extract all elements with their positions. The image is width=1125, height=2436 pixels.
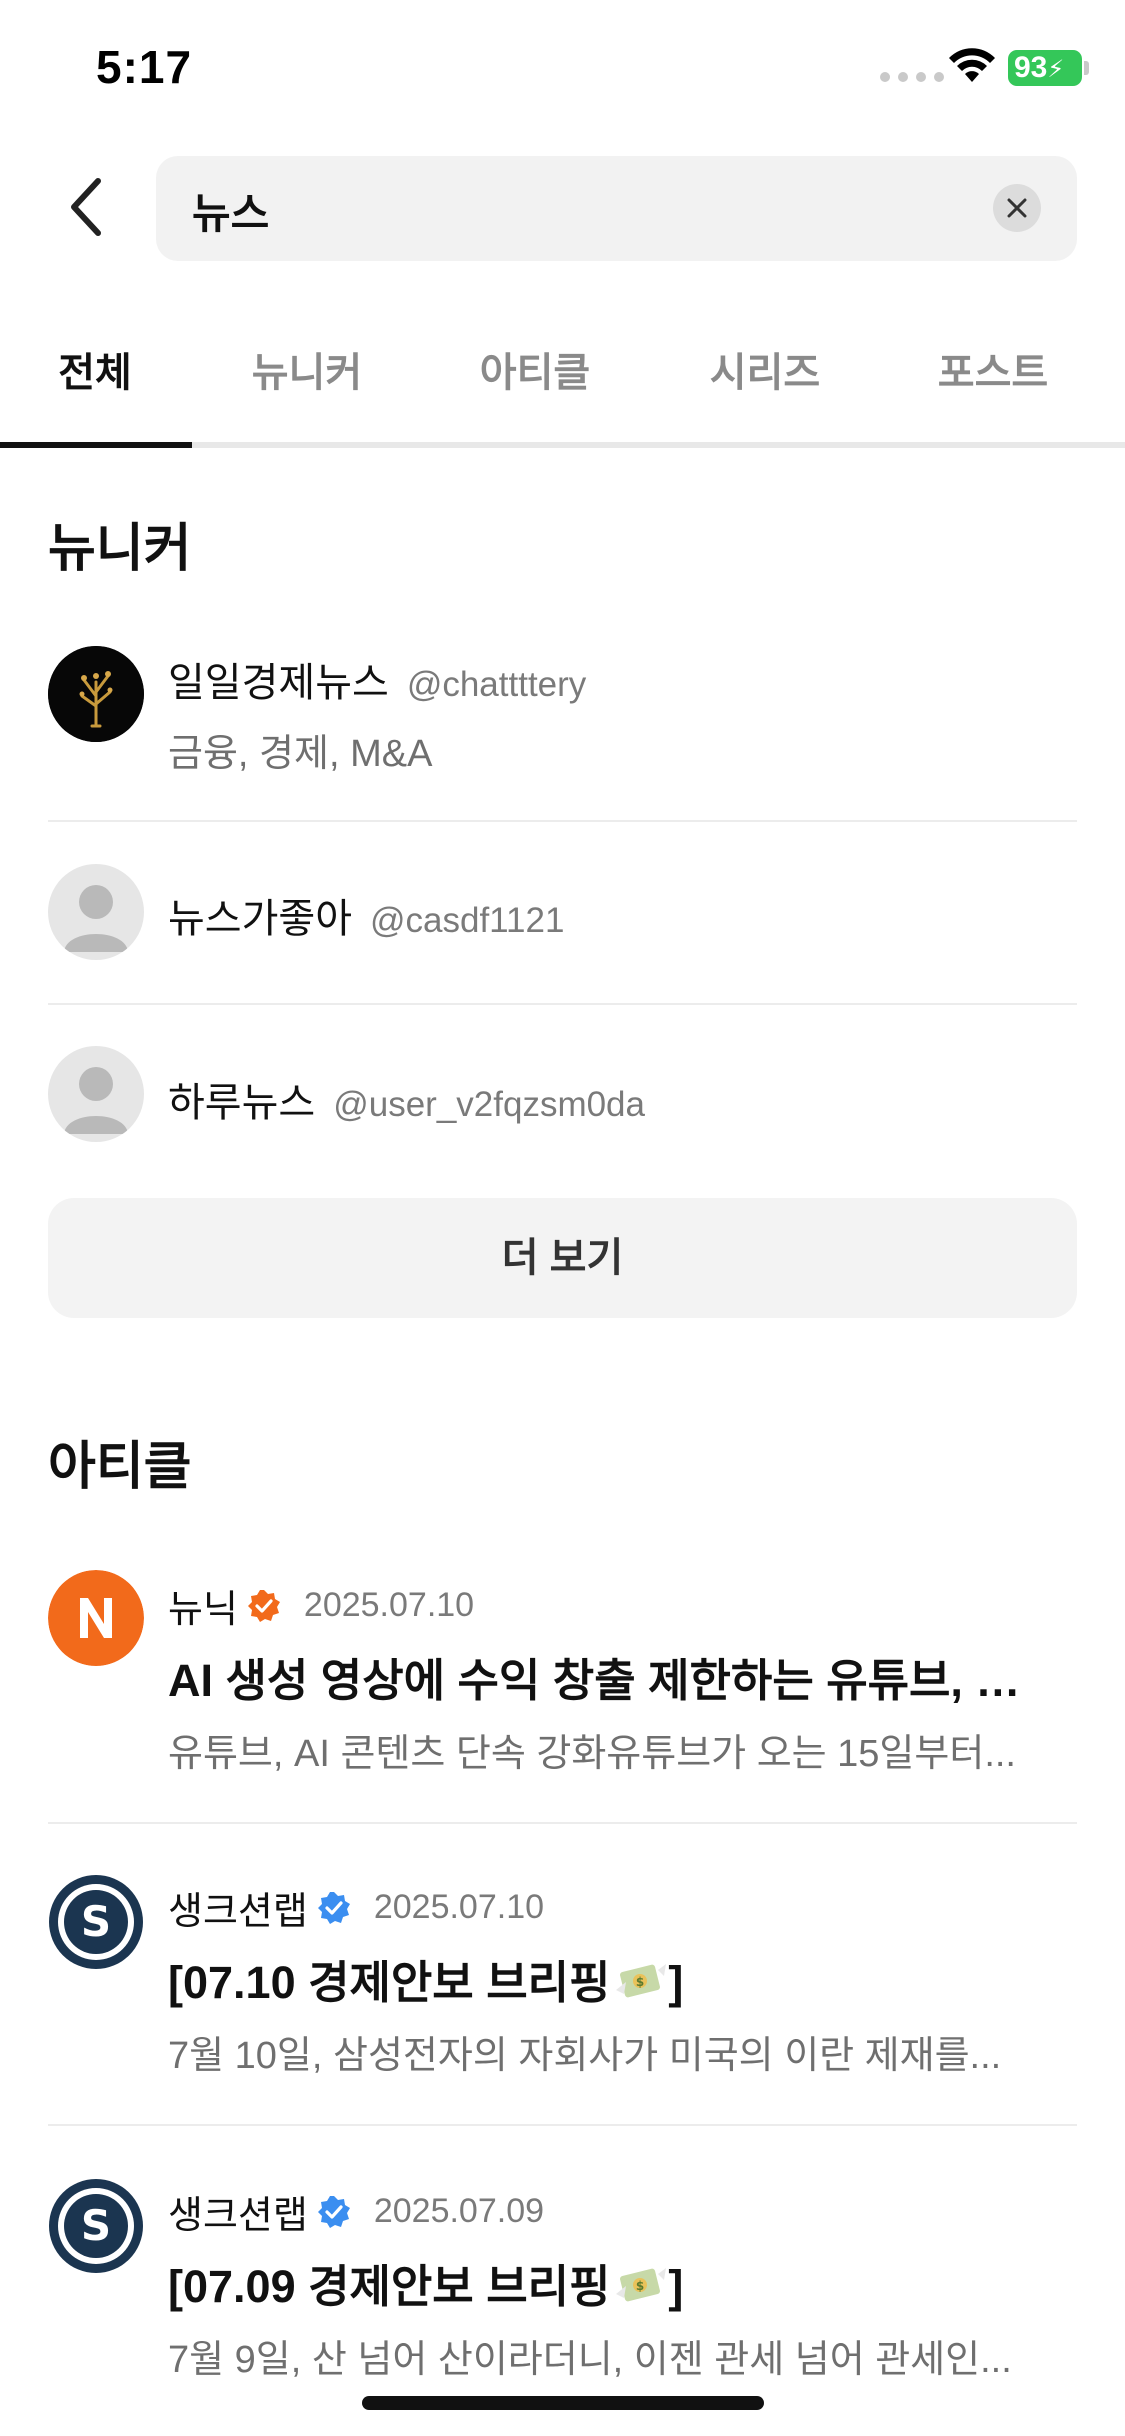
tab-post[interactable]: 포스트 <box>898 340 1088 398</box>
article-author: 생크션랩 <box>168 2195 308 2237</box>
user-item[interactable]: 일일경제뉴스 @chattttery 금융, 경제, M&A <box>48 646 1077 796</box>
article-excerpt: 유튜브, AI 콘텐츠 단속 강화유튜브가 오는 15일부터... <box>168 1733 1016 1775</box>
svg-text:S: S <box>81 1897 111 1946</box>
avatar <box>48 646 144 742</box>
article-title-end: ] <box>668 1957 684 2008</box>
user-item[interactable]: 뉴스가좋아 @casdf1121 <box>48 864 1077 964</box>
article-title-end: ] <box>668 2261 684 2312</box>
active-tab-indicator <box>0 442 192 448</box>
tree-logo-icon <box>48 646 144 742</box>
articles-section-title: 아티클 <box>48 1438 192 1496</box>
article-excerpt: 7월 9일, 산 넘어 산이라더니, 이젠 관세 넘어 관세인... <box>168 2339 1012 2381</box>
user-name: 뉴스가좋아 <box>168 897 352 941</box>
sanction-lab-logo-icon: S <box>49 1875 143 1969</box>
svg-text:$: $ <box>636 2279 644 2293</box>
user-name: 일일경제뉴스 <box>168 661 389 705</box>
more-users-button[interactable]: 더 보기 <box>48 1198 1077 1318</box>
newneek-logo-icon <box>48 1570 144 1666</box>
chevron-left-icon <box>71 178 101 236</box>
divider <box>48 820 1077 822</box>
article-date: 2025.07.09 <box>373 2192 545 2230</box>
money-with-wings-icon: $ <box>616 2268 667 2302</box>
users-section-title: 뉴니커 <box>48 520 192 578</box>
user-desc: 금융, 경제, M&A <box>168 733 433 775</box>
default-avatar-icon <box>48 1046 144 1142</box>
user-name-line: 하루뉴스 @user_v2fqzsm0da <box>168 1070 645 1128</box>
divider <box>48 1822 1077 1824</box>
tab-all[interactable]: 전체 <box>0 340 190 398</box>
money-with-wings-icon: $ <box>616 1964 667 1998</box>
cellular-signal-icon <box>880 72 944 82</box>
article-meta: 뉴닉 2025.07.10 <box>168 1578 474 1633</box>
user-item[interactable]: 하루뉴스 @user_v2fqzsm0da <box>48 1046 1077 1146</box>
search-query[interactable]: 뉴스 <box>192 180 269 241</box>
svg-text:$: $ <box>636 1975 644 1989</box>
article-title-text: [07.09 경제안보 브리핑 <box>168 2261 611 2312</box>
svg-text:S: S <box>81 2201 111 2250</box>
clear-search-button[interactable] <box>993 184 1041 232</box>
article-date: 2025.07.10 <box>303 1586 475 1624</box>
user-name: 하루뉴스 <box>168 1081 316 1125</box>
divider <box>48 2124 1077 2126</box>
user-handle: @user_v2fqzsm0da <box>333 1085 645 1124</box>
home-indicator[interactable] <box>362 2396 764 2410</box>
sanction-lab-logo-icon: S <box>49 2179 143 2273</box>
status-time: 5:17 <box>96 41 193 93</box>
article-title[interactable]: [07.10 경제안보 브리핑 $] <box>168 1946 1048 2011</box>
battery-tip <box>1084 61 1089 75</box>
verified-badge-icon <box>247 1589 280 1622</box>
article-author: 생크션랩 <box>168 1891 308 1933</box>
user-handle: @casdf1121 <box>370 901 565 940</box>
battery-level: 93 <box>1014 51 1048 84</box>
wifi-icon <box>949 48 995 82</box>
tab-article[interactable]: 아티클 <box>440 340 630 398</box>
article-meta: 생크션랩 2025.07.10 <box>168 1880 544 1935</box>
verified-badge-icon <box>317 2195 350 2228</box>
article-author: 뉴닉 <box>168 1589 238 1631</box>
back-button[interactable] <box>56 172 116 242</box>
search-input[interactable]: 뉴스 <box>156 156 1077 261</box>
article-title-text: [07.10 경제안보 브리핑 <box>168 1957 611 2008</box>
user-name-line: 뉴스가좋아 @casdf1121 <box>168 886 564 944</box>
user-handle: @chattttery <box>406 665 587 704</box>
article-excerpt: 7월 10일, 삼성전자의 자회사가 미국의 이란 제재를... <box>168 2035 1002 2077</box>
tab-bar: 전체 뉴니커 아티클 시리즈 포스트 <box>0 320 1125 450</box>
article-title[interactable]: [07.09 경제안보 브리핑 $] <box>168 2250 1048 2315</box>
battery-icon: 93⚡ <box>1008 50 1082 86</box>
verified-badge-icon <box>317 1891 350 1924</box>
divider <box>48 1003 1077 1005</box>
user-name-line: 일일경제뉴스 @chattttery <box>168 650 586 708</box>
tab-newnicker[interactable]: 뉴니커 <box>212 340 402 398</box>
default-avatar-icon <box>48 864 144 960</box>
close-icon <box>1007 198 1027 218</box>
article-title[interactable]: AI 생성 영상에 수익 창출 제한하는 유튜브, 이... <box>168 1644 1048 1709</box>
status-bar: 5:17 93⚡ <box>0 0 1125 140</box>
tab-series[interactable]: 시리즈 <box>670 340 860 398</box>
article-meta: 생크션랩 2025.07.09 <box>168 2184 544 2239</box>
article-date: 2025.07.10 <box>373 1888 545 1926</box>
